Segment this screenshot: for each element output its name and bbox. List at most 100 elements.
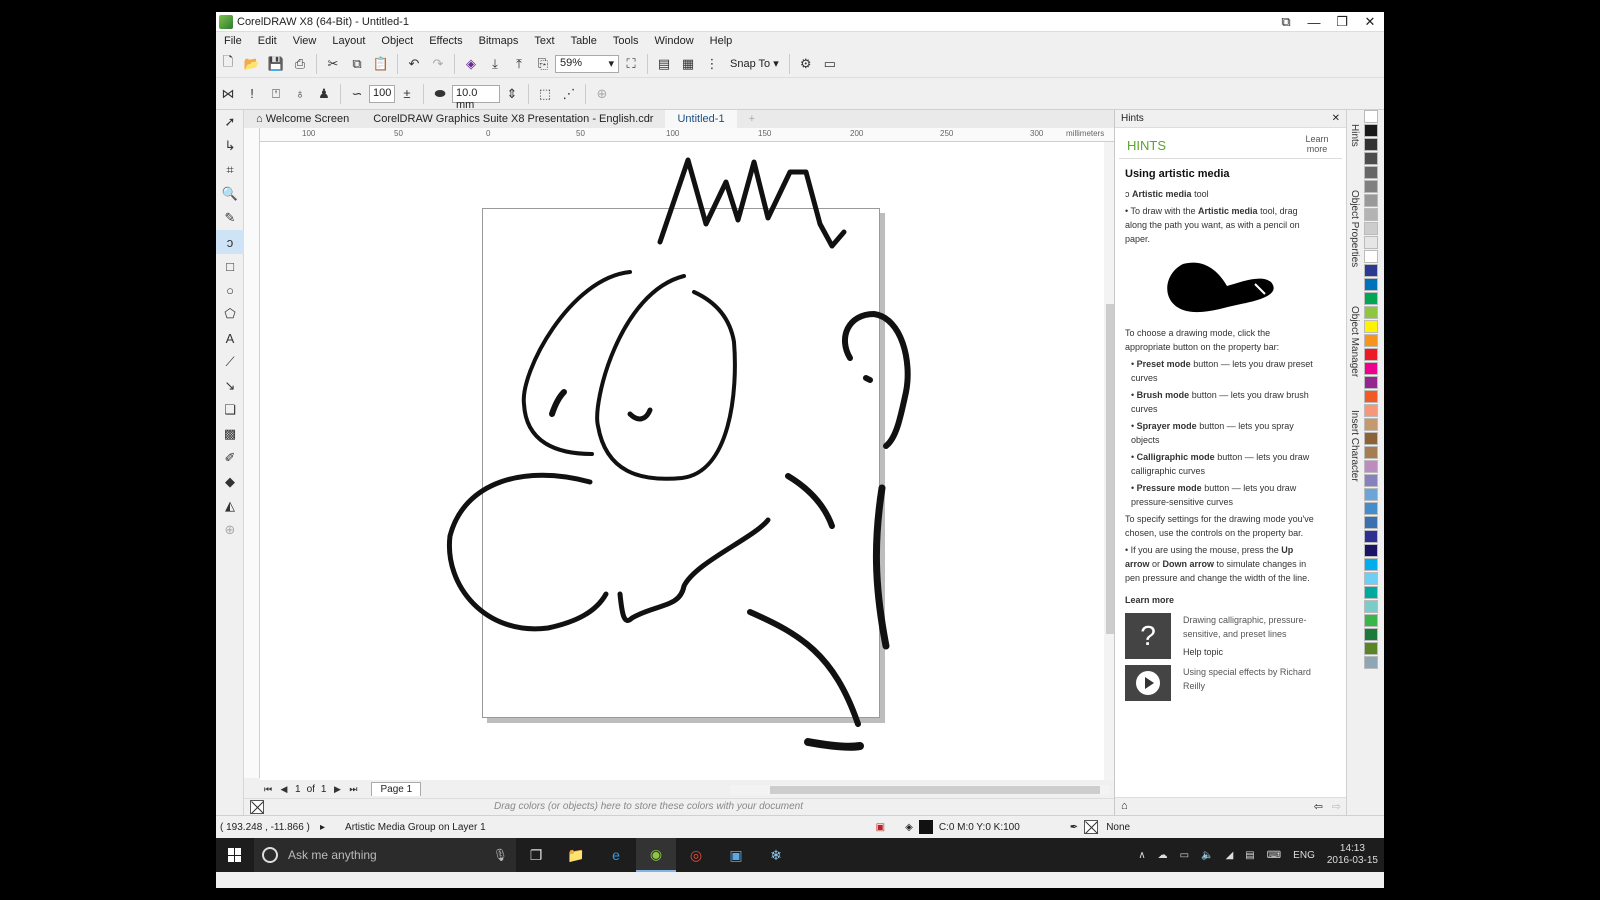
- palette-swatch[interactable]: [1364, 614, 1378, 627]
- language-indicator[interactable]: ENG: [1287, 850, 1321, 861]
- drawing-canvas[interactable]: [260, 142, 1105, 780]
- edge-browser-icon[interactable]: e: [596, 838, 636, 872]
- bounding-box-icon[interactable]: ⋰: [558, 83, 580, 105]
- show-hidden-icons-icon[interactable]: ∧: [1132, 850, 1151, 861]
- tab-presentation-document[interactable]: CorelDRAW Graphics Suite X8 Presentation…: [361, 110, 665, 128]
- coreldraw-taskbar-icon[interactable]: ◉: [636, 838, 676, 872]
- eyedropper-tool-icon[interactable]: ✐: [216, 446, 244, 470]
- volume-icon[interactable]: 🔈: [1195, 850, 1219, 861]
- transparency-tool-icon[interactable]: ▩: [216, 422, 244, 446]
- add-tool-icon[interactable]: ⊕: [216, 518, 244, 542]
- palette-swatch[interactable]: [1364, 194, 1378, 207]
- palette-swatch[interactable]: [1364, 516, 1378, 529]
- palette-swatch[interactable]: [1364, 474, 1378, 487]
- shape-tool-icon[interactable]: ↳: [216, 134, 244, 158]
- clock[interactable]: 14:13 2016-03-15: [1321, 843, 1384, 867]
- palette-swatch[interactable]: [1364, 460, 1378, 473]
- palette-swatch[interactable]: [1364, 264, 1378, 277]
- palette-swatch[interactable]: [1364, 390, 1378, 403]
- undo-icon[interactable]: ↶: [403, 53, 425, 75]
- connector-tool-icon[interactable]: ↘: [216, 374, 244, 398]
- palette-swatch[interactable]: [1364, 250, 1378, 263]
- palette-swatch[interactable]: [1364, 292, 1378, 305]
- palette-swatch[interactable]: [1364, 432, 1378, 445]
- drop-shadow-tool-icon[interactable]: ❏: [216, 398, 244, 422]
- docker-close-icon[interactable]: ✕: [1332, 113, 1340, 124]
- print-icon[interactable]: ⎙: [289, 53, 311, 75]
- palette-swatch[interactable]: [1364, 586, 1378, 599]
- menu-layout[interactable]: Layout: [324, 35, 373, 47]
- corel-photo-paint-icon[interactable]: ◎: [676, 838, 716, 872]
- artistic-media-tool-icon[interactable]: ↄ: [216, 230, 244, 254]
- redo-icon[interactable]: ↷: [427, 53, 449, 75]
- palette-swatch[interactable]: [1364, 222, 1378, 235]
- status-expand-icon[interactable]: ▸: [320, 822, 325, 833]
- export-icon[interactable]: ⤒: [508, 53, 530, 75]
- start-button[interactable]: [216, 838, 254, 872]
- pressure-mode-icon[interactable]: ♟: [313, 83, 335, 105]
- horizontal-scrollbar[interactable]: [730, 785, 1110, 795]
- palette-swatch[interactable]: [1364, 418, 1378, 431]
- cortana-search-box[interactable]: Ask me anything 🎙: [254, 838, 516, 872]
- save-icon[interactable]: 💾: [265, 53, 287, 75]
- publish-pdf-icon[interactable]: ⎘: [532, 53, 554, 75]
- palette-swatch[interactable]: [1364, 334, 1378, 347]
- palette-swatch[interactable]: [1364, 404, 1378, 417]
- home-hints-icon[interactable]: ⌂: [1121, 800, 1128, 812]
- preset-mode-icon[interactable]: ⋈: [217, 83, 239, 105]
- menu-help[interactable]: Help: [702, 35, 741, 47]
- menu-bitmaps[interactable]: Bitmaps: [471, 35, 527, 47]
- paste-icon[interactable]: 📋: [370, 53, 392, 75]
- onedrive-icon[interactable]: ☁: [1152, 850, 1174, 861]
- menu-effects[interactable]: Effects: [421, 35, 470, 47]
- smart-fill-tool-icon[interactable]: ◭: [216, 494, 244, 518]
- menu-view[interactable]: View: [285, 35, 325, 47]
- first-page-icon[interactable]: ⏮: [261, 778, 275, 800]
- corel-font-manager-icon[interactable]: ▣: [716, 838, 756, 872]
- snap-to-dropdown[interactable]: Snap To ▾: [724, 57, 785, 70]
- maximize-button[interactable]: ❐: [1328, 12, 1356, 32]
- zoom-level-field[interactable]: 59% ▾: [555, 54, 619, 73]
- last-page-icon[interactable]: ⏭: [346, 778, 360, 800]
- color-proofing-icon[interactable]: ▣: [876, 822, 885, 833]
- cut-icon[interactable]: ✂: [322, 53, 344, 75]
- file-explorer-icon[interactable]: 📁: [556, 838, 596, 872]
- menu-text[interactable]: Text: [526, 35, 562, 47]
- freehand-tool-icon[interactable]: ✎: [216, 206, 244, 230]
- smoothing-input[interactable]: 100: [369, 84, 395, 103]
- open-icon[interactable]: 📂: [241, 53, 263, 75]
- video-link[interactable]: Using special effects by Richard Reilly: [1125, 665, 1317, 701]
- vertical-ruler[interactable]: [244, 128, 260, 778]
- outline-none-swatch[interactable]: [1084, 820, 1099, 834]
- menu-edit[interactable]: Edit: [250, 35, 285, 47]
- palette-swatch[interactable]: [1364, 628, 1378, 641]
- minimize-button[interactable]: —: [1300, 12, 1328, 32]
- interactive-fill-tool-icon[interactable]: ◆: [216, 470, 244, 494]
- palette-swatch[interactable]: [1364, 166, 1378, 179]
- palette-swatch[interactable]: [1364, 530, 1378, 543]
- scrollbar-thumb[interactable]: [770, 786, 1100, 794]
- pick-tool-icon[interactable]: ➚: [216, 110, 244, 134]
- docker-tab-hints[interactable]: Hints: [1349, 124, 1360, 147]
- palette-swatch[interactable]: [1364, 362, 1378, 375]
- scale-with-object-icon[interactable]: ⬚: [534, 83, 556, 105]
- copy-icon[interactable]: ⧉: [346, 53, 368, 75]
- docker-tab-object-manager[interactable]: Object Manager: [1349, 306, 1360, 377]
- ellipse-tool-icon[interactable]: ○: [216, 278, 244, 302]
- show-rulers-icon[interactable]: ▤: [653, 53, 675, 75]
- horizontal-ruler[interactable]: 100 50 0 50 100 150 200 250 300 millimet…: [260, 128, 1115, 142]
- learn-more-link[interactable]: Learn more: [1300, 134, 1334, 154]
- stroke-width-spinner-icon[interactable]: ⇕: [501, 83, 523, 105]
- palette-swatch[interactable]: [1364, 110, 1378, 123]
- back-arrow-icon[interactable]: ⇦: [1314, 800, 1323, 813]
- new-document-icon[interactable]: 🗋: [217, 53, 239, 75]
- palette-swatch[interactable]: [1364, 488, 1378, 501]
- application-launcher-icon[interactable]: ▭: [819, 53, 841, 75]
- palette-swatch[interactable]: [1364, 306, 1378, 319]
- no-color-swatch[interactable]: [250, 799, 264, 814]
- video-title[interactable]: Using special effects by Richard Reilly: [1183, 665, 1317, 693]
- help-topic-title[interactable]: Drawing calligraphic, pressure-sensitive…: [1183, 613, 1317, 641]
- palette-swatch[interactable]: [1364, 278, 1378, 291]
- menu-table[interactable]: Table: [563, 35, 605, 47]
- palette-swatch[interactable]: [1364, 138, 1378, 151]
